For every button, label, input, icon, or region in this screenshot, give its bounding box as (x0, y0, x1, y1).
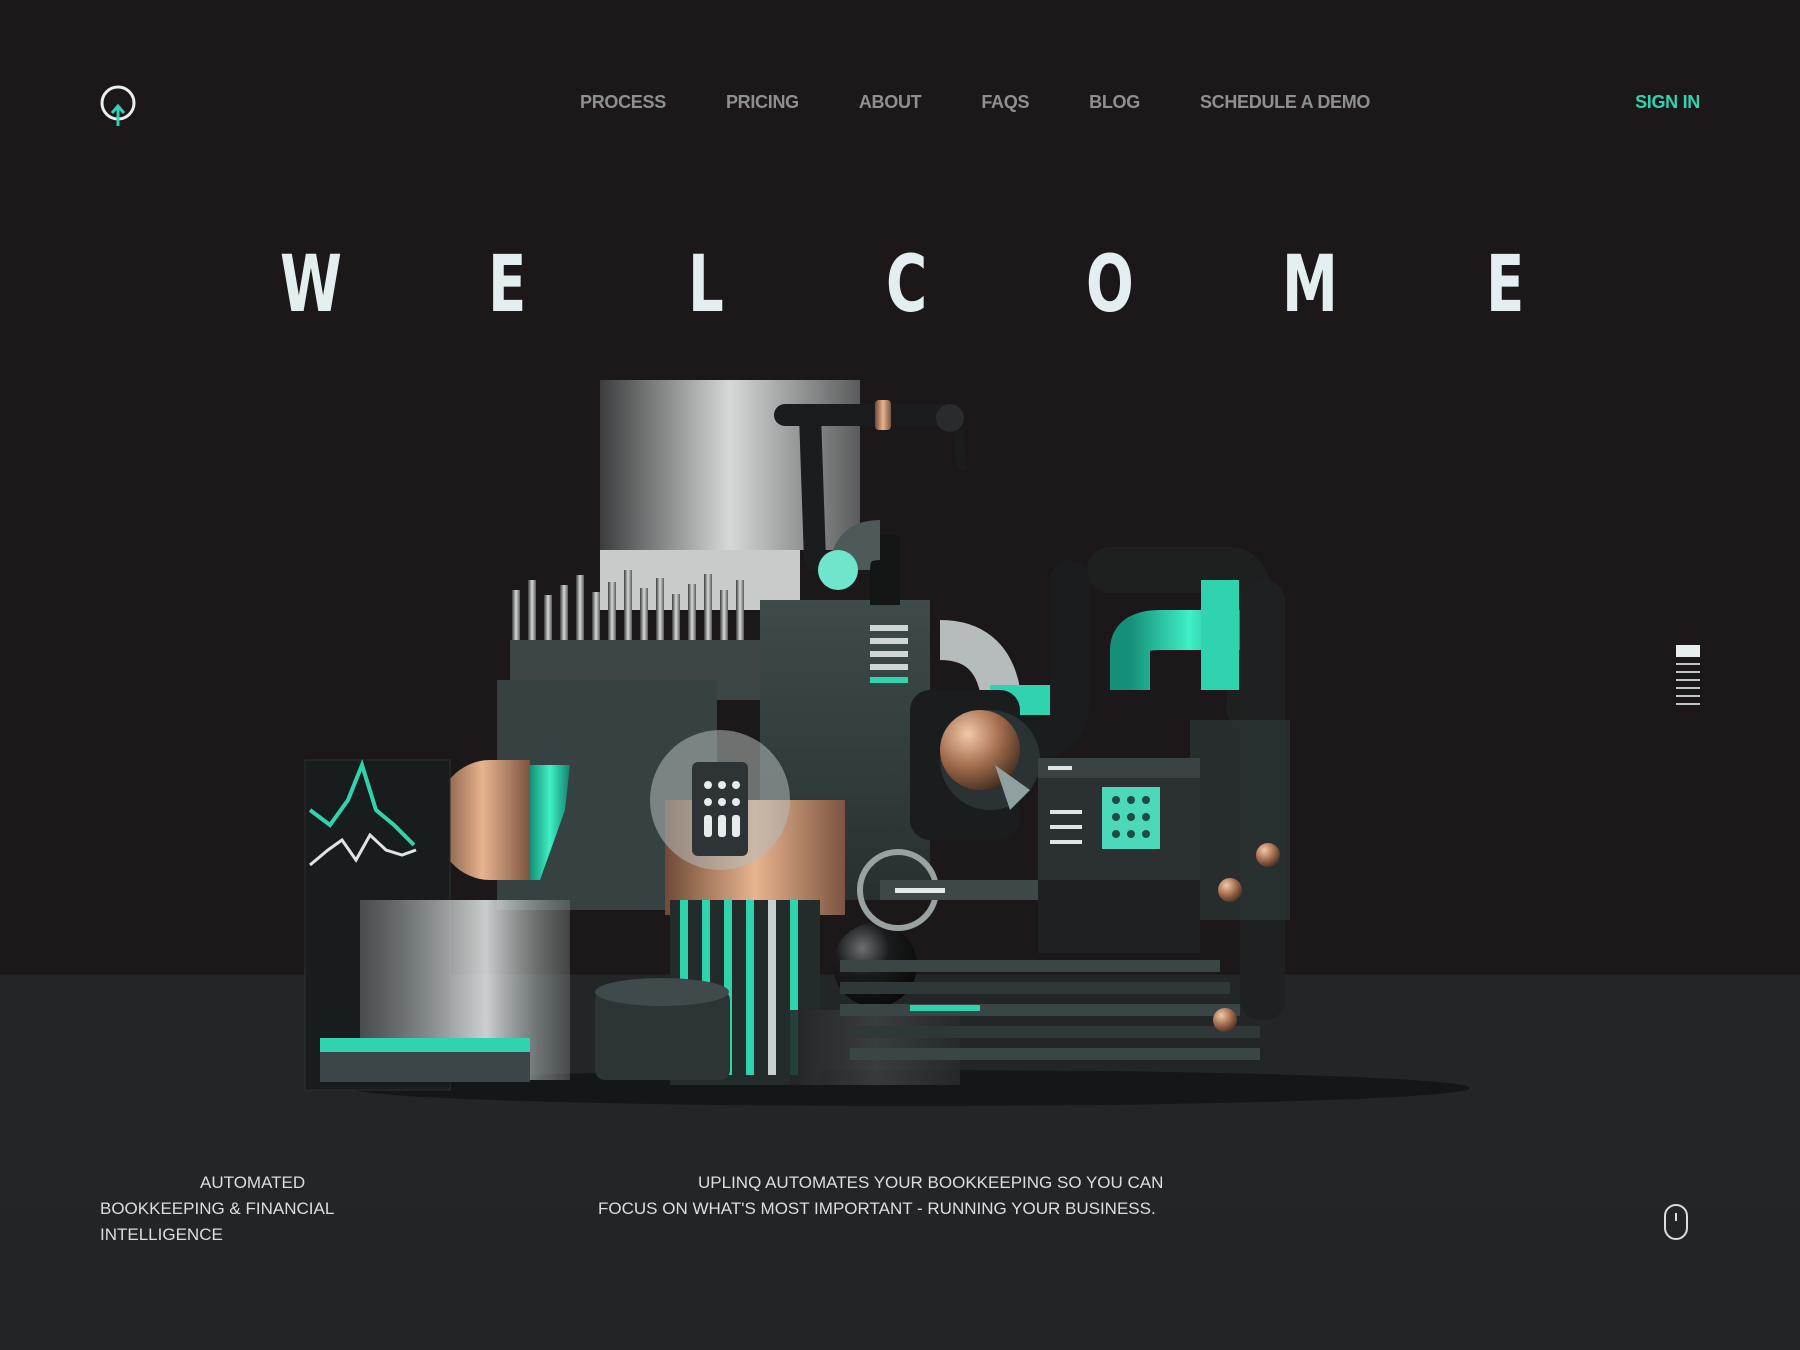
section-progress-icon[interactable] (1675, 645, 1701, 707)
welcome-letter: O (1086, 240, 1134, 330)
description-line-1: UPLINQ AUTOMATES YOUR BOOKKEEPING SO YOU… (698, 1173, 1164, 1192)
hero-description: UPLINQ AUTOMATES YOUR BOOKKEEPING SO YOU… (598, 1170, 1178, 1222)
scroll-mouse-icon[interactable] (1664, 1204, 1688, 1240)
tagline-line-2: BOOKKEEPING & FINANCIAL (100, 1199, 335, 1218)
nav-item-about[interactable]: ABOUT (859, 92, 922, 113)
tagline-line-3: INTELLIGENCE (100, 1225, 223, 1244)
welcome-letter: E (1486, 240, 1525, 330)
sign-in-link[interactable]: SIGN IN (1635, 92, 1700, 113)
welcome-letter: M (1282, 240, 1338, 330)
welcome-letter: L (688, 240, 724, 330)
main-nav: PROCESS PRICING ABOUT FAQS BLOG SCHEDULE… (580, 92, 1370, 113)
screen-device (1038, 758, 1200, 953)
hero-machine-illustration (304, 380, 1470, 1106)
nav-item-blog[interactable]: BLOG (1089, 92, 1140, 113)
tagline: AUTOMATED BOOKKEEPING & FINANCIAL INTELL… (100, 1170, 360, 1248)
welcome-letter: E (488, 240, 527, 330)
nav-item-schedule-demo[interactable]: SCHEDULE A DEMO (1200, 92, 1370, 113)
nav-item-faqs[interactable]: FAQS (981, 92, 1029, 113)
landing-page: PROCESS PRICING ABOUT FAQS BLOG SCHEDULE… (0, 0, 1800, 1350)
nav-item-process[interactable]: PROCESS (580, 92, 666, 113)
description-line-2: FOCUS ON WHAT'S MOST IMPORTANT - RUNNING… (598, 1199, 1156, 1218)
welcome-headline: W E L C O M E (0, 240, 1800, 340)
welcome-letter: C (886, 240, 928, 330)
nav-item-pricing[interactable]: PRICING (726, 92, 799, 113)
logo-icon[interactable] (98, 84, 138, 128)
welcome-letter: W (280, 240, 342, 330)
tagline-line-1: AUTOMATED (200, 1173, 306, 1192)
